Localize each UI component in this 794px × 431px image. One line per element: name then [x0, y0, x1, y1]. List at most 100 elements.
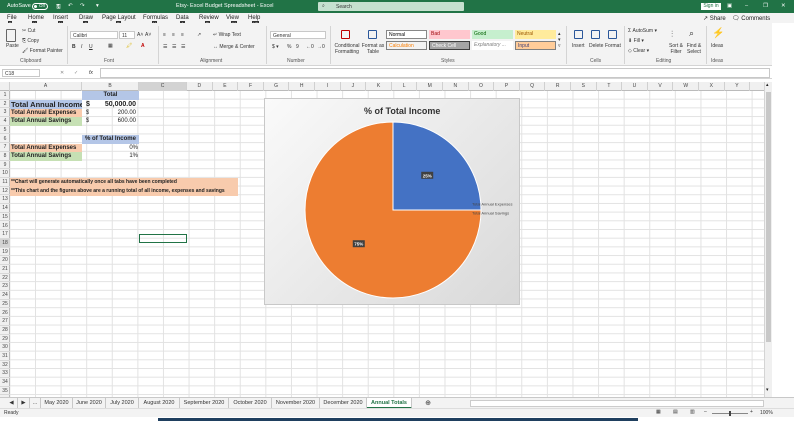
formula-input[interactable]: [100, 68, 770, 78]
row-header-8[interactable]: 8: [0, 152, 10, 161]
font-color-icon[interactable]: A: [141, 43, 145, 49]
column-header-q[interactable]: Q: [520, 82, 546, 91]
number-format-dropdown[interactable]: General: [270, 31, 326, 39]
merge-center-button[interactable]: ↔ Merge & Center: [213, 44, 255, 50]
scroll-down-icon[interactable]: ▾: [766, 387, 769, 393]
cut-button[interactable]: ✂ Cut: [22, 28, 35, 34]
cell-b4[interactable]: 600.00: [100, 117, 136, 126]
cell-a8[interactable]: Total Annual Savings: [10, 152, 82, 161]
zoom-handle[interactable]: [729, 411, 731, 416]
row-header-14[interactable]: 14: [0, 204, 10, 213]
row-header-35[interactable]: 35: [0, 387, 10, 396]
conditional-formatting-button[interactable]: Conditional Formatting: [333, 43, 361, 55]
row-header-18[interactable]: 18: [0, 238, 10, 248]
row-header-19[interactable]: 19: [0, 248, 10, 257]
percent-icon[interactable]: %: [287, 44, 291, 50]
column-header-g[interactable]: G: [264, 82, 290, 91]
clear-button[interactable]: ◇ Clear ▾: [628, 48, 649, 54]
zoom-level[interactable]: 100%: [760, 410, 773, 416]
row-header-10[interactable]: 10: [0, 169, 10, 178]
row-header-13[interactable]: 13: [0, 195, 10, 205]
row-header-29[interactable]: 29: [0, 335, 10, 344]
column-header-x[interactable]: X: [699, 82, 725, 91]
row-header-4[interactable]: 4: [0, 117, 10, 126]
row-header-32[interactable]: 32: [0, 361, 10, 370]
insert-cells-icon[interactable]: [574, 30, 583, 39]
row-header-5[interactable]: 5: [0, 126, 10, 135]
font-size-dropdown[interactable]: 11: [119, 31, 135, 39]
row-header-17[interactable]: 17: [0, 230, 10, 239]
style-normal[interactable]: Normal: [386, 30, 427, 39]
row-header-23[interactable]: 23: [0, 282, 10, 292]
pie-chart[interactable]: % of Total Income 25% 75% Total Annual Ex…: [264, 98, 520, 305]
underline-icon[interactable]: U: [89, 44, 93, 50]
column-header-u[interactable]: U: [622, 82, 648, 91]
styles-scroll-icon[interactable]: ▴ ▾ ▿: [558, 31, 561, 49]
bold-icon[interactable]: B: [72, 44, 76, 50]
column-header-h[interactable]: H: [289, 82, 315, 91]
confirm-icon[interactable]: ✓: [74, 70, 78, 76]
cell-a2[interactable]: Total Annual Income: [10, 100, 82, 109]
ideas-button[interactable]: Ideas: [711, 43, 723, 49]
scroll-up-icon[interactable]: ▴: [766, 82, 769, 88]
style-check-cell[interactable]: Check Cell: [429, 41, 470, 50]
column-header-j[interactable]: J: [341, 82, 367, 91]
style-bad[interactable]: Bad: [429, 30, 470, 39]
grow-font-icon[interactable]: A˄: [137, 32, 143, 38]
vertical-scrollbar[interactable]: ▴ ▾: [764, 82, 772, 397]
save-icon[interactable]: 🖫: [56, 3, 61, 12]
cell-b1[interactable]: Total: [82, 91, 139, 100]
ideas-icon[interactable]: ⚡: [712, 28, 724, 39]
row-header-34[interactable]: 34: [0, 378, 10, 387]
row-header-7[interactable]: 7: [0, 143, 10, 152]
minimize-icon[interactable]: –: [745, 3, 748, 9]
close-icon[interactable]: ✕: [781, 3, 786, 9]
format-as-table-button[interactable]: Format as Table: [361, 43, 385, 55]
row-header-25[interactable]: 25: [0, 300, 10, 309]
selected-cell-c18[interactable]: [139, 234, 187, 243]
row-header-6[interactable]: 6: [0, 135, 10, 144]
row-header-20[interactable]: 20: [0, 256, 10, 265]
shrink-font-icon[interactable]: A˅: [145, 32, 151, 38]
column-header-t[interactable]: T: [597, 82, 623, 91]
column-header-f[interactable]: F: [238, 82, 264, 91]
search-box[interactable]: ⌕ Search: [318, 2, 464, 11]
cell-a4[interactable]: Total Annual Savings: [10, 117, 82, 126]
delete-cells-icon[interactable]: [591, 30, 600, 39]
column-header-o[interactable]: O: [469, 82, 495, 91]
sort-filter-button[interactable]: Sort & Filter: [667, 43, 685, 55]
italic-icon[interactable]: I: [81, 44, 82, 50]
delete-cells-button[interactable]: Delete: [589, 43, 603, 49]
column-header-n[interactable]: N: [443, 82, 469, 91]
cancel-icon[interactable]: ✕: [60, 70, 64, 76]
wrap-text-button[interactable]: ↵ Wrap Text: [213, 32, 241, 38]
copy-button[interactable]: ⎘ Copy: [22, 38, 39, 44]
format-cells-button[interactable]: Format: [605, 43, 621, 49]
autosum-button[interactable]: Σ AutoSum ▾: [628, 28, 657, 34]
cell-a11[interactable]: **Chart will generate automatically once…: [10, 178, 238, 187]
comma-icon[interactable]: 9: [296, 44, 299, 50]
style-good[interactable]: Good: [472, 30, 513, 39]
column-header-b[interactable]: B: [82, 82, 139, 91]
row-header-30[interactable]: 30: [0, 343, 10, 352]
fill-color-icon[interactable]: 🖍: [126, 43, 132, 49]
row-header-16[interactable]: 16: [0, 222, 10, 231]
column-header-v[interactable]: V: [648, 82, 674, 91]
orientation-icon[interactable]: ↗: [197, 32, 201, 38]
column-header-l[interactable]: L: [392, 82, 418, 91]
horizontal-scrollbar[interactable]: [470, 400, 764, 407]
font-name-dropdown[interactable]: Calibri: [70, 31, 118, 39]
row-header-24[interactable]: 24: [0, 291, 10, 300]
find-select-button[interactable]: Find & Select: [685, 43, 703, 55]
align-center-icon[interactable]: ☰: [172, 44, 176, 50]
pie-slice-total-annual-expenses[interactable]: [392, 121, 482, 211]
column-header-e[interactable]: E: [213, 82, 239, 91]
format-painter-button[interactable]: 🖌 Format Painter: [22, 48, 63, 54]
quick-access-icon[interactable]: ▾: [96, 3, 99, 9]
cell-b6[interactable]: % of Total Income: [82, 135, 139, 144]
style-input[interactable]: Input: [515, 41, 556, 50]
column-header-d[interactable]: D: [187, 82, 213, 91]
row-header-28[interactable]: 28: [0, 326, 10, 335]
row-header-21[interactable]: 21: [0, 265, 10, 274]
find-select-icon[interactable]: ⌕: [689, 28, 694, 39]
